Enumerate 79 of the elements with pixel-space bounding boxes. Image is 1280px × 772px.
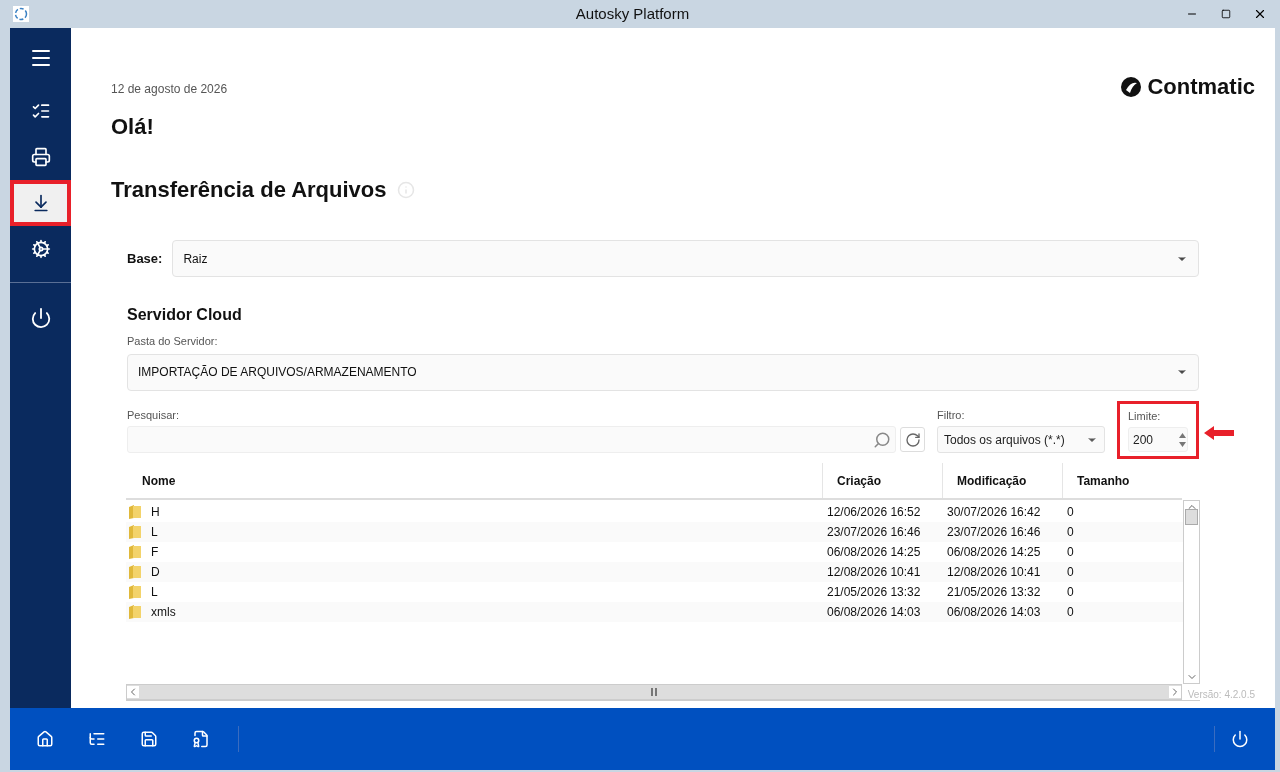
table-cell-text: 06/08/2026 14:25: [947, 544, 1041, 561]
table-cell-text: 21/05/2026 13:32: [827, 584, 921, 601]
table-row[interactable]: D 12/08/2026 10:41 12/08/2026 10:41 0: [126, 562, 1183, 582]
home-icon: [36, 730, 54, 748]
scroll-left-icon: [127, 686, 139, 698]
horizontal-scrollbar[interactable]: [126, 684, 1182, 700]
search-icon: [873, 430, 891, 449]
field-label: Limite:: [1128, 408, 1162, 424]
version-label: Versão: 4.2.0.5: [1187, 688, 1255, 702]
pointer-arrow: [1204, 425, 1234, 440]
page-title: Transferência de Arquivos: [111, 176, 387, 204]
refresh-button[interactable]: [900, 427, 925, 452]
list-icon: [30, 101, 51, 121]
column-header[interactable]: Nome: [126, 463, 822, 498]
field-label: Pesquisar:: [127, 407, 180, 423]
table-cell-text: 06/08/2026 14:25: [827, 544, 921, 561]
close-icon: [1253, 7, 1267, 21]
filter-dropdown[interactable]: Todos os arquivos (*.*): [937, 426, 1105, 453]
table-cell-text: L: [151, 584, 158, 601]
section-heading: Servidor Cloud: [127, 305, 243, 325]
table-cell-text: 0: [1067, 504, 1074, 521]
date-label: 12 de agosto de 2026: [111, 81, 228, 98]
vertical-scrollbar[interactable]: [1183, 500, 1200, 684]
table-cell-text: F: [151, 544, 159, 561]
folder-icon: [128, 504, 143, 520]
folder-dropdown[interactable]: IMPORTAÇÃO DE ARQUIVOS/ARMAZENAMENTO: [127, 353, 1199, 391]
table-cell-text: 0: [1067, 544, 1074, 561]
table-cell-text: 12/08/2026 10:41: [947, 564, 1041, 581]
maximize-icon: [1221, 9, 1231, 19]
folder-icon: [128, 564, 143, 580]
table-cell-text: 21/05/2026 13:32: [947, 584, 1041, 601]
gears-icon: [30, 239, 51, 259]
table-row[interactable]: xmls 06/08/2026 14:03 06/08/2026 14:03 0: [126, 602, 1183, 622]
table-cell-text: H: [151, 504, 160, 521]
power-icon: [29, 307, 52, 329]
folder-icon: [128, 604, 143, 620]
table-cell-text: 0: [1067, 524, 1074, 541]
column-header[interactable]: Modificação: [942, 463, 1062, 498]
scroll-thumb[interactable]: [1185, 509, 1198, 525]
table-cell-text: 0: [1067, 584, 1074, 601]
field-label: Pasta do Servidor:: [127, 334, 219, 349]
spinner-arrows-icon: [1179, 431, 1186, 448]
table-cell-text: 12/06/2026 16:52: [827, 504, 921, 521]
table-cell-text: 0: [1067, 564, 1074, 581]
table-cell-text: 23/07/2026 16:46: [827, 524, 921, 541]
table-cell-text: 0: [1067, 604, 1074, 621]
folder-icon: [128, 584, 143, 600]
table-cell-text: L: [151, 524, 158, 541]
field-label: Filtro:: [937, 407, 966, 423]
greeting: Olá!: [111, 113, 155, 141]
printer-icon: [30, 147, 51, 167]
scroll-right-icon: [1169, 686, 1181, 698]
power-icon: [1231, 730, 1249, 748]
window-title: Autosky Platform: [575, 3, 690, 24]
field-label: Base:: [127, 249, 163, 268]
table-cell-text: 06/08/2026 14:03: [827, 604, 921, 621]
column-header[interactable]: Criação: [822, 463, 942, 498]
limit-spinner[interactable]: 200: [1128, 427, 1188, 452]
save-icon: [140, 730, 158, 748]
table-row[interactable]: L 23/07/2026 16:46 23/07/2026 16:46 0: [126, 522, 1183, 542]
info-icon: [396, 180, 415, 199]
list-icon: [88, 730, 106, 748]
refresh-icon: [904, 431, 921, 448]
bird-icon: [1119, 74, 1144, 99]
base-dropdown[interactable]: Raiz: [172, 240, 1199, 277]
table-cell-text: 06/08/2026 14:03: [947, 604, 1041, 621]
table-cell-text: 30/07/2026 16:42: [947, 504, 1041, 521]
folder-icon: [128, 544, 143, 560]
column-header[interactable]: Tamanho: [1062, 463, 1182, 498]
table-cell-text: 12/08/2026 10:41: [827, 564, 921, 581]
table-cell-text: 23/07/2026 16:46: [947, 524, 1041, 541]
folder-icon: [128, 524, 143, 540]
search-field[interactable]: [127, 426, 896, 453]
grip-icon: [651, 688, 657, 696]
table-cell-text: xmls: [151, 604, 176, 621]
logo-text: Contmatic: [1147, 73, 1255, 101]
app-icon: [13, 6, 29, 22]
certificate-icon: [192, 730, 210, 748]
table-cell-text: D: [151, 564, 160, 581]
